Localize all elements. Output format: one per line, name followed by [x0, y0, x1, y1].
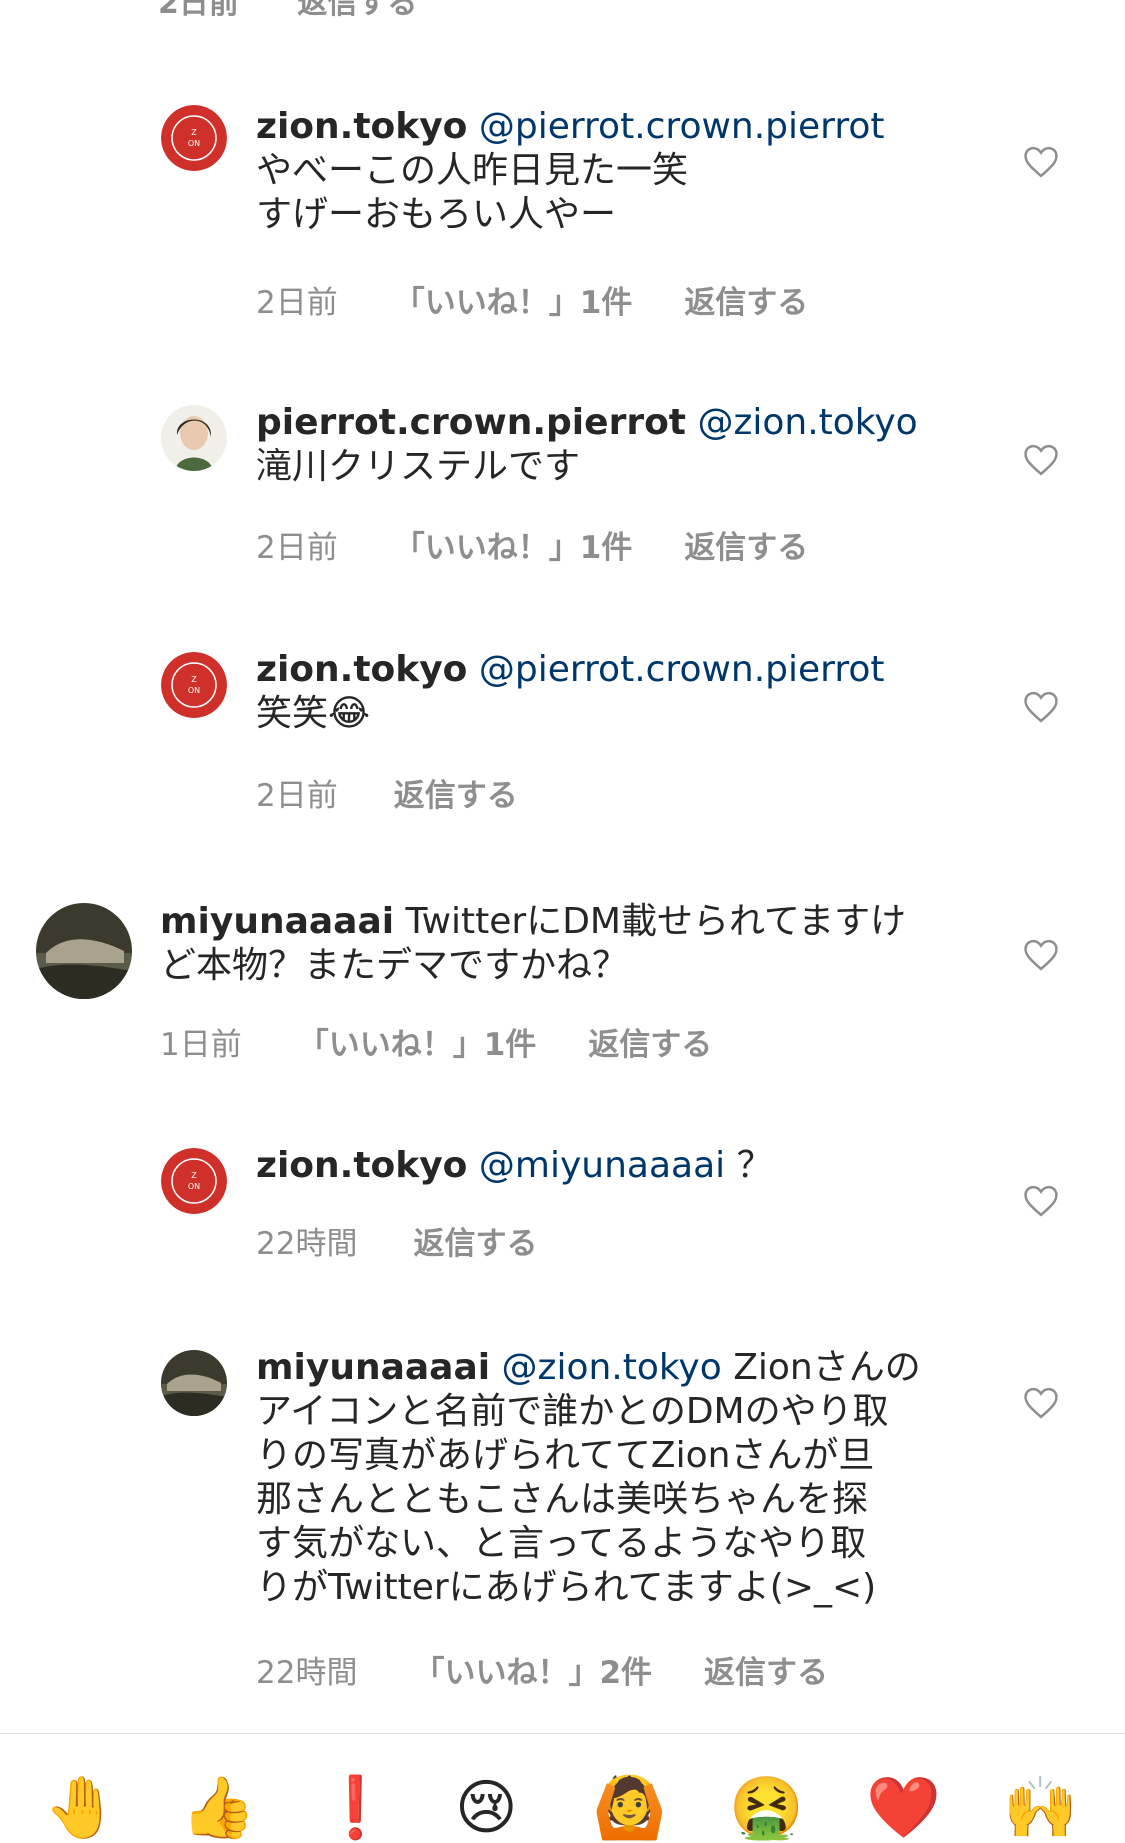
comment-text-line: すげーおもろい人やー	[256, 194, 617, 235]
like-heart-icon[interactable]	[1022, 690, 1060, 724]
comment-username[interactable]: miyunaaaai	[160, 901, 394, 942]
comment-time: 1日前	[160, 1027, 242, 1063]
avatar-zion-tokyo[interactable]: Z ON	[161, 652, 227, 718]
comment-time: 2日前	[256, 285, 338, 321]
comment-username[interactable]: pierrot.crown.pierrot	[256, 402, 686, 443]
comment-text-inline: ？	[736, 1145, 773, 1186]
reply-button[interactable]: 返信する	[394, 770, 518, 815]
comment-text-line: アイコンと名前で誰かとのDMのやり取	[256, 1391, 889, 1432]
landscape-photo-icon	[36, 903, 132, 999]
zion-logo-icon: Z ON	[161, 105, 227, 171]
comment-time: 22時間	[256, 1655, 358, 1691]
reply-button[interactable]: 返信する	[684, 522, 808, 567]
comment-likes-count[interactable]: 「いいね！」1件	[394, 522, 633, 567]
zion-logo-icon: Z ON	[161, 1148, 227, 1214]
reply-button[interactable]: 返信する	[588, 1019, 712, 1064]
previous-comment-reply-button[interactable]: 返信する	[297, 0, 417, 21]
svg-text:ON: ON	[188, 1182, 200, 1191]
raising-hands-emoji-icon[interactable]: 🙌	[1003, 1776, 1078, 1840]
comment-time: 2日前	[256, 530, 338, 566]
svg-text:ON: ON	[188, 686, 200, 695]
emoji-reaction-bar: 🤚 👍 ❗ 😢 🙆 🤮 ❤️ 🙌	[0, 1733, 1125, 1840]
like-heart-icon[interactable]	[1022, 443, 1060, 477]
comment-text-line: 笑笑😂	[256, 693, 371, 734]
comment-username[interactable]: zion.tokyo	[256, 106, 467, 147]
svg-text:Z: Z	[191, 675, 197, 684]
comment-text-line: やべーこの人昨日見た一笑	[256, 150, 689, 191]
crying-face-emoji-icon[interactable]: 😢	[455, 1776, 518, 1840]
zion-logo-icon: Z ON	[161, 652, 227, 718]
comment-text-line: 滝川クリステルです	[256, 446, 581, 487]
thumbs-up-emoji-icon[interactable]: 👍	[181, 1776, 256, 1840]
person-gesturing-emoji-icon[interactable]: 🙆	[592, 1776, 667, 1840]
comment-text-line: りの写真があげられててZionさんが旦	[256, 1435, 875, 1476]
comment-username[interactable]: zion.tokyo	[256, 1145, 467, 1186]
avatar-pierrot[interactable]	[161, 405, 227, 471]
svg-text:ON: ON	[188, 139, 200, 148]
landscape-photo-icon	[161, 1350, 227, 1416]
red-heart-emoji-icon[interactable]: ❤️	[866, 1776, 941, 1840]
like-heart-icon[interactable]	[1022, 145, 1060, 179]
svg-text:Z: Z	[191, 128, 197, 137]
svg-text:Z: Z	[191, 1171, 197, 1180]
comment-mention[interactable]: @zion.tokyo	[502, 1347, 722, 1388]
reply-button[interactable]: 返信する	[704, 1647, 828, 1692]
comment-mention[interactable]: @pierrot.crown.pierrot	[479, 106, 885, 147]
comment-time: 22時間	[256, 1226, 358, 1262]
comment-text-inline: Zionさんの	[733, 1347, 921, 1388]
avatar-zion-tokyo[interactable]: Z ON	[161, 105, 227, 171]
comment-text-line: ど本物？またデマですかね？	[160, 945, 629, 986]
comment-likes-count[interactable]: 「いいね！」1件	[394, 277, 633, 322]
portrait-photo-icon	[161, 405, 227, 471]
comment-text-line: す気がない、と言ってるようなやり取	[256, 1523, 867, 1564]
previous-comment-time: 2日前	[158, 0, 239, 21]
avatar-zion-tokyo[interactable]: Z ON	[161, 1148, 227, 1214]
reply-button[interactable]: 返信する	[413, 1218, 537, 1263]
previous-comment-meta: 2日前 返信する	[158, 0, 465, 22]
comment-text-inline: TwitterにDM載せられてますけ	[405, 901, 907, 942]
comment-mention[interactable]: @zion.tokyo	[697, 402, 917, 443]
comment-likes-count[interactable]: 「いいね！」1件	[298, 1019, 537, 1064]
raised-hand-emoji-icon[interactable]: 🤚	[44, 1776, 119, 1840]
avatar-miyunaaaai[interactable]	[36, 903, 132, 999]
comment-mention[interactable]: @pierrot.crown.pierrot	[479, 649, 885, 690]
reply-button[interactable]: 返信する	[684, 277, 808, 322]
like-heart-icon[interactable]	[1022, 938, 1060, 972]
comment-text-line: 那さんとともこさんは美咲ちゃんを探	[256, 1479, 869, 1520]
exclamation-emoji-icon[interactable]: ❗	[318, 1776, 393, 1840]
comment-text-line: りがTwitterにあげられてますよ(>_<)	[256, 1567, 877, 1608]
vomiting-face-emoji-icon[interactable]: 🤮	[729, 1776, 804, 1840]
comment-time: 2日前	[256, 778, 338, 814]
comment-username[interactable]: zion.tokyo	[256, 649, 467, 690]
avatar-miyunaaaai[interactable]	[161, 1350, 227, 1416]
comment-username[interactable]: miyunaaaai	[256, 1347, 490, 1388]
like-heart-icon[interactable]	[1022, 1184, 1060, 1218]
comment-likes-count[interactable]: 「いいね！」2件	[413, 1647, 652, 1692]
comment-mention[interactable]: @miyunaaaai	[479, 1145, 725, 1186]
like-heart-icon[interactable]	[1022, 1386, 1060, 1420]
